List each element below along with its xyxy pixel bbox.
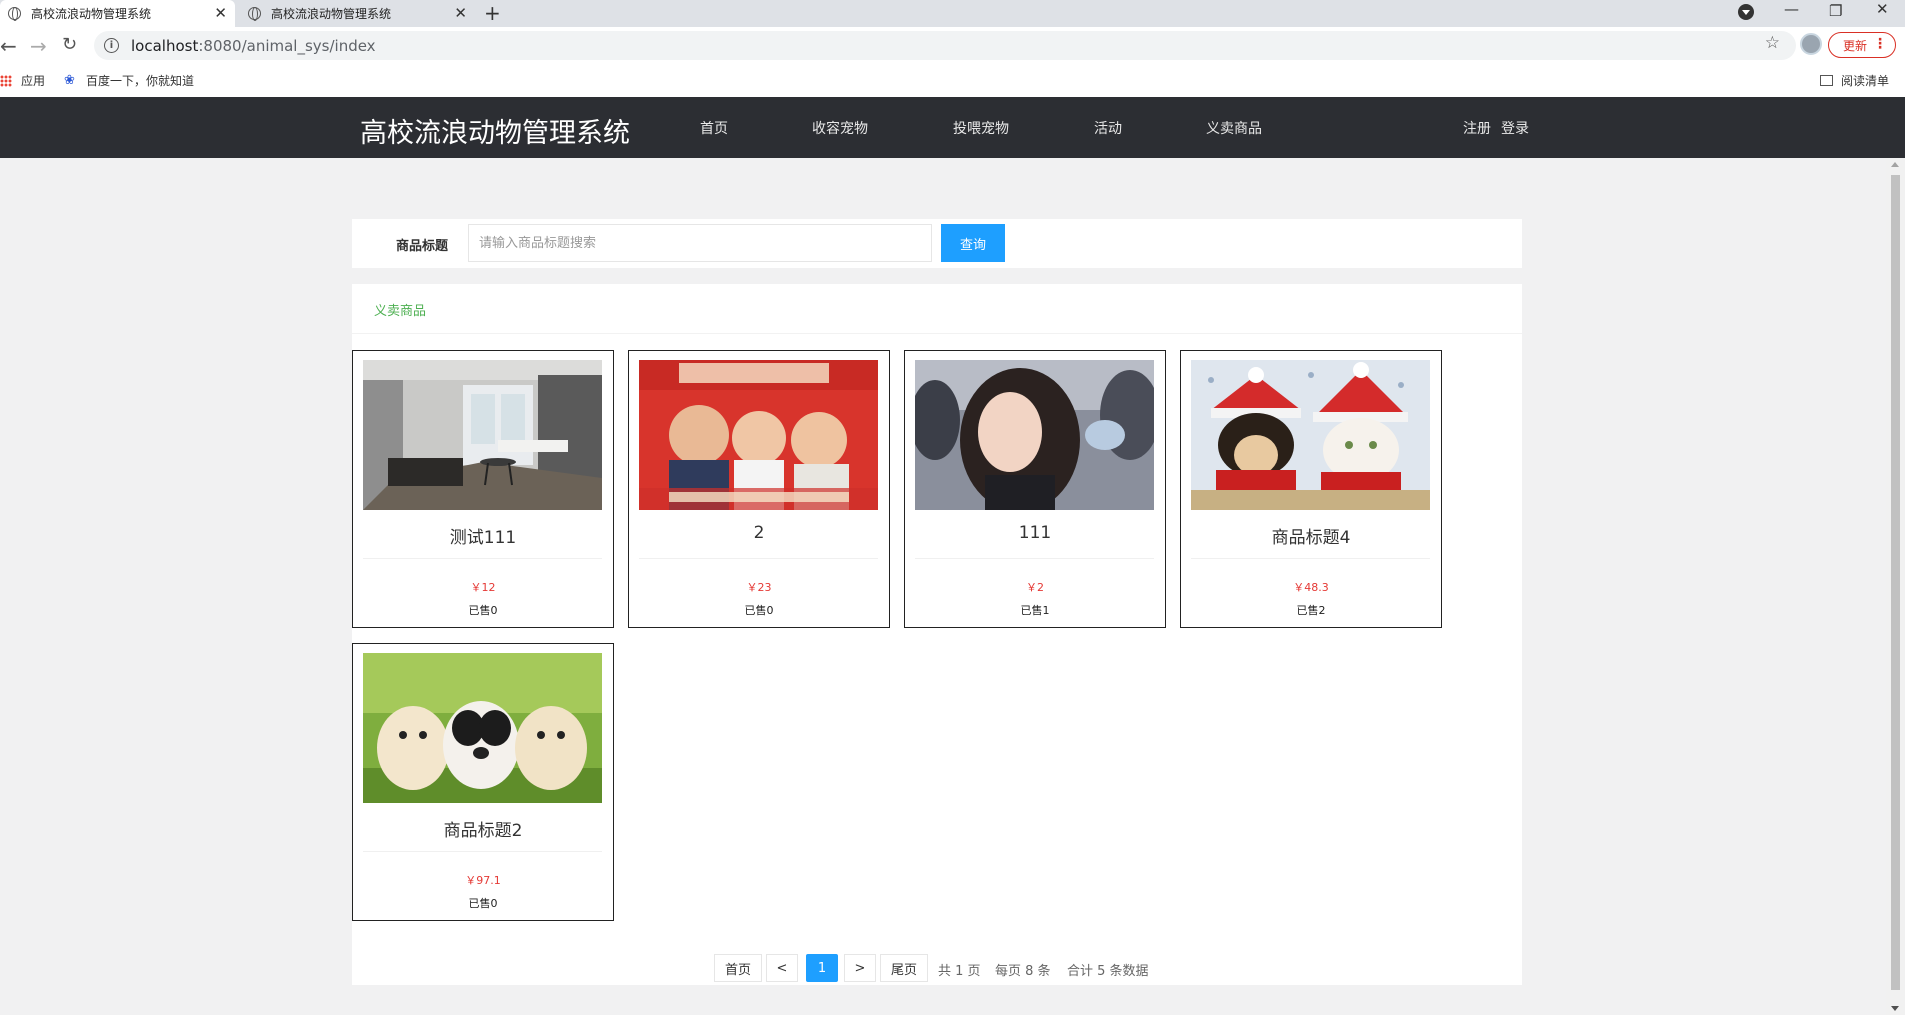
- goods-price: ￥48.3: [1293, 581, 1329, 594]
- current-page-button[interactable]: 1: [806, 954, 838, 982]
- goods-card[interactable]: 111 ￥2 已售1: [904, 350, 1166, 628]
- bookmark-baidu[interactable]: ❀ 百度一下，你就知道: [64, 72, 194, 89]
- browser-tab-active[interactable]: 高校流浪动物管理系统 ✕: [0, 0, 235, 27]
- new-tab-icon[interactable]: +: [484, 1, 501, 25]
- search-button[interactable]: 查询: [941, 224, 1005, 262]
- tab-title: 高校流浪动物管理系统: [31, 7, 152, 21]
- bookmark-star-icon[interactable]: ☆: [1765, 33, 1780, 53]
- goods-name[interactable]: 2: [629, 523, 889, 543]
- reading-list[interactable]: 阅读清单: [1820, 72, 1889, 89]
- site-title: 高校流浪动物管理系统: [360, 118, 630, 149]
- nav-activities[interactable]: 活动: [1094, 118, 1122, 138]
- card-divider: [639, 558, 878, 559]
- goods-name[interactable]: 111: [905, 523, 1165, 543]
- goods-image-christmas-pets[interactable]: [1191, 360, 1430, 510]
- goods-price: ￥2: [1026, 581, 1044, 594]
- login-link[interactable]: 登录: [1501, 118, 1529, 138]
- goods-sold-count: 已售2: [1296, 604, 1326, 617]
- reload-icon[interactable]: ↻: [62, 34, 77, 55]
- more-menu-icon: ⋮: [1873, 36, 1887, 52]
- goods-price: ￥97.1: [465, 874, 501, 887]
- goods-name[interactable]: 测试111: [353, 523, 613, 548]
- goods-card[interactable]: 测试111 ￥12 已售0: [352, 350, 614, 628]
- address-bar-row: ← → ↻ i localhost:8080/animal_sys/index …: [0, 27, 1905, 65]
- goods-image-room[interactable]: [363, 360, 602, 510]
- site-header: 高校流浪动物管理系统 首页 收容宠物 投喂宠物 活动 义卖商品 注册 登录: [0, 97, 1905, 158]
- scroll-down-icon[interactable]: [1891, 1006, 1899, 1011]
- globe-icon: [248, 7, 261, 21]
- goods-card[interactable]: 商品标题2 ￥97.1 已售0: [352, 643, 614, 921]
- panel-header: 义卖商品: [352, 284, 1522, 334]
- browser-tab-strip: 高校流浪动物管理系统 ✕ 高校流浪动物管理系统 ✕ + — ❐ ✕: [0, 0, 1905, 27]
- bookmark-label: 应用: [21, 74, 46, 88]
- tab-search-icon[interactable]: [1738, 4, 1754, 20]
- bookmark-apps[interactable]: 应用: [0, 72, 45, 89]
- profile-avatar[interactable]: [1800, 33, 1822, 55]
- reading-list-label: 阅读清单: [1841, 74, 1890, 88]
- goods-name[interactable]: 商品标题2: [353, 816, 613, 841]
- nav-shelter-pets[interactable]: 收容宠物: [812, 118, 868, 138]
- goods-panel: 义卖商品 测试111 ￥12 已售0 2 ￥23 已售0 111 ￥2 已售1 …: [352, 284, 1522, 985]
- scroll-thumb[interactable]: [1891, 175, 1900, 990]
- goods-image-puppies[interactable]: [363, 653, 602, 803]
- url-host: localhost: [131, 36, 199, 55]
- goods-sold-count: 已售0: [468, 604, 498, 617]
- prev-page-button[interactable]: <: [766, 954, 798, 982]
- goods-card[interactable]: 商品标题4 ￥48.3 已售2: [1180, 350, 1442, 628]
- goods-image-poster[interactable]: [639, 360, 878, 510]
- window-close-icon[interactable]: ✕: [1876, 0, 1889, 18]
- total-count: 合计 5 条数据: [1067, 964, 1149, 979]
- goods-sold-count: 已售1: [1020, 604, 1050, 617]
- info-icon[interactable]: i: [104, 38, 119, 53]
- restore-icon[interactable]: ❐: [1829, 2, 1842, 20]
- register-link[interactable]: 注册: [1463, 118, 1491, 138]
- nav-home[interactable]: 首页: [700, 118, 728, 138]
- last-page-button[interactable]: 尾页: [880, 954, 928, 982]
- next-page-button[interactable]: >: [844, 954, 876, 982]
- back-arrow-icon[interactable]: ←: [0, 34, 17, 58]
- total-pages: 共 1 页: [938, 964, 981, 979]
- per-page: 每页 8 条: [995, 964, 1051, 979]
- first-page-button[interactable]: 首页: [714, 954, 762, 982]
- goods-card[interactable]: 2 ￥23 已售0: [628, 350, 890, 628]
- tab-close-icon[interactable]: ✕: [214, 4, 227, 22]
- nav-feed-pets[interactable]: 投喂宠物: [953, 118, 1009, 138]
- bookmark-label: 百度一下，你就知道: [86, 74, 195, 88]
- apps-grid-icon: [0, 74, 12, 87]
- card-divider: [915, 558, 1154, 559]
- search-input[interactable]: [468, 224, 932, 262]
- update-button[interactable]: 更新 ⋮: [1828, 32, 1896, 58]
- minimize-icon[interactable]: —: [1784, 0, 1799, 18]
- url-field[interactable]: i localhost:8080/animal_sys/index ☆: [94, 31, 1796, 60]
- tab-close-icon[interactable]: ✕: [454, 4, 467, 22]
- pagination: 首页 < 1 > 尾页 共 1 页 每页 8 条 合计 5 条数据: [352, 954, 1522, 984]
- search-label: 商品标题: [396, 239, 449, 254]
- card-divider: [363, 851, 602, 852]
- nav-charity-goods[interactable]: 义卖商品: [1206, 118, 1262, 138]
- section-title: 义卖商品: [374, 304, 427, 319]
- update-label: 更新: [1843, 38, 1868, 53]
- globe-icon: [8, 7, 21, 21]
- goods-name[interactable]: 商品标题4: [1181, 523, 1441, 548]
- goods-price: ￥23: [746, 581, 772, 594]
- bookmarks-bar: 应用 ❀ 百度一下，你就知道 阅读清单: [0, 65, 1905, 97]
- goods-sold-count: 已售0: [468, 897, 498, 910]
- card-divider: [363, 558, 602, 559]
- reading-list-icon: [1820, 75, 1833, 86]
- browser-tab[interactable]: 高校流浪动物管理系统 ✕: [240, 0, 475, 27]
- goods-price: ￥12: [470, 581, 496, 594]
- tab-title: 高校流浪动物管理系统: [271, 7, 392, 21]
- card-divider: [1191, 558, 1430, 559]
- goods-sold-count: 已售0: [744, 604, 774, 617]
- search-panel: 商品标题 查询: [352, 219, 1522, 268]
- scroll-up-icon[interactable]: [1891, 162, 1899, 167]
- baidu-paw-icon: ❀: [64, 73, 75, 88]
- url-path: :8080/animal_sys/index: [198, 36, 376, 55]
- goods-image-portrait[interactable]: [915, 360, 1154, 510]
- forward-arrow-icon[interactable]: →: [30, 34, 47, 58]
- page-scrollbar[interactable]: [1886, 158, 1905, 1015]
